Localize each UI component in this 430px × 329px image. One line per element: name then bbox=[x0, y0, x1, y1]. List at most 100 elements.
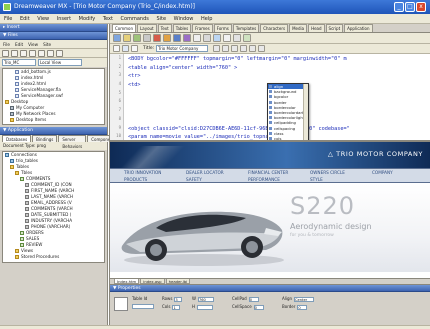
insert-tab-layout[interactable]: Layout bbox=[137, 24, 157, 32]
code-view-icon[interactable] bbox=[113, 45, 120, 52]
nav-item-performance[interactable]: PERFORMANCE bbox=[248, 177, 280, 182]
code-hint-list[interactable]: align background bgcolor border bordercolor b… bbox=[267, 83, 309, 140]
refresh-design-icon[interactable] bbox=[231, 45, 239, 52]
nav-item-products[interactable]: PRODUCTS bbox=[124, 177, 147, 182]
insert-tab-head[interactable]: Head bbox=[308, 24, 325, 32]
tab-bindings[interactable]: Bindings bbox=[32, 135, 58, 142]
db-row[interactable]: Stored Procedures bbox=[3, 254, 104, 260]
preview-icon[interactable] bbox=[222, 45, 230, 52]
design-view[interactable]: △ TRIO MOTOR COMPANY TRIO INNOVATION DEA… bbox=[110, 142, 430, 272]
nav-item-financial-center[interactable]: FINANCIAL CENTER bbox=[248, 170, 288, 175]
insert-tab-media[interactable]: Media bbox=[289, 24, 308, 32]
split-view-icon[interactable] bbox=[122, 45, 129, 52]
insert-tab-characters[interactable]: Characters bbox=[260, 24, 289, 32]
get-file-icon[interactable] bbox=[20, 49, 27, 57]
insert-tab-frames[interactable]: Frames bbox=[192, 24, 213, 32]
files-menu-file[interactable]: File bbox=[3, 42, 10, 47]
width-field[interactable]: 760 bbox=[197, 296, 214, 302]
menu-modify[interactable]: Modify bbox=[79, 16, 96, 22]
insert-tab-tables[interactable]: Tables bbox=[172, 24, 192, 32]
site-file-row[interactable]: Desktop Items bbox=[3, 117, 104, 123]
nav-item-owners-circle[interactable]: OWNERS CIRCLE bbox=[310, 170, 345, 175]
navigation-bar-icon[interactable] bbox=[213, 34, 221, 42]
menu-text[interactable]: Text bbox=[103, 16, 113, 22]
code-line: <object classid="clsid:D27CDB6E-AE6D-11c… bbox=[128, 125, 350, 132]
email-link-icon[interactable] bbox=[123, 34, 131, 42]
layer-icon[interactable] bbox=[153, 34, 161, 42]
line-number: 7 bbox=[118, 107, 121, 113]
menu-site[interactable]: Site bbox=[156, 16, 166, 22]
file-icon bbox=[15, 88, 19, 92]
image-placeholder-icon[interactable] bbox=[173, 34, 181, 42]
site-file-tree: add_bottom.js index.html index2.html Servic… bbox=[2, 68, 105, 125]
design-view-icon[interactable] bbox=[131, 45, 138, 52]
view-options-icon[interactable] bbox=[258, 45, 266, 52]
site-select[interactable]: Trio_MC bbox=[2, 59, 36, 66]
files-menu-site[interactable]: Site bbox=[43, 42, 51, 47]
image-icon[interactable] bbox=[163, 34, 171, 42]
application-panel-header[interactable]: ▼ Application bbox=[0, 127, 107, 135]
close-button[interactable]: x bbox=[416, 2, 426, 12]
nav-item-trio-innovation[interactable]: TRIO INNOVATION bbox=[124, 170, 161, 175]
hyperlink-icon[interactable] bbox=[113, 34, 121, 42]
cols-field[interactable]: 1 bbox=[172, 304, 181, 310]
cellspace-field[interactable]: 0 bbox=[253, 304, 264, 310]
reference-icon[interactable] bbox=[240, 45, 248, 52]
insert-tab-application[interactable]: Application bbox=[344, 24, 373, 32]
insert-tab-text[interactable]: Text bbox=[157, 24, 172, 32]
insert-tab-common[interactable]: Common bbox=[112, 24, 137, 32]
minimize-button[interactable]: _ bbox=[394, 2, 404, 12]
files-panel-header[interactable]: ▼ Files bbox=[0, 32, 107, 40]
menu-view[interactable]: View bbox=[37, 16, 49, 22]
code-navigation-icon[interactable] bbox=[249, 45, 257, 52]
menu-file[interactable]: File bbox=[4, 16, 12, 22]
flash-icon[interactable] bbox=[203, 34, 211, 42]
expand-icon[interactable] bbox=[56, 49, 63, 57]
rows-field[interactable]: 3 bbox=[174, 296, 183, 302]
properties-panel-header[interactable]: ▼ Properties bbox=[110, 285, 430, 292]
menu-help[interactable]: Help bbox=[201, 16, 212, 22]
insert-tab-forms[interactable]: Forms bbox=[213, 24, 232, 32]
check-out-icon[interactable] bbox=[38, 49, 45, 57]
insert-tab-script[interactable]: Script bbox=[325, 24, 344, 32]
menu-edit[interactable]: Edit bbox=[20, 16, 30, 22]
files-menu-view[interactable]: View bbox=[28, 42, 38, 47]
tabular-data-icon[interactable] bbox=[243, 34, 251, 42]
view-select[interactable]: Local View bbox=[38, 59, 82, 66]
rollover-image-icon[interactable] bbox=[183, 34, 191, 42]
horizontal-rule-icon[interactable] bbox=[223, 34, 231, 42]
insert-tab-templates[interactable]: Templates bbox=[232, 24, 260, 32]
table-id-field[interactable] bbox=[132, 304, 154, 309]
page-title-field[interactable]: Trio Motor Company bbox=[156, 45, 209, 52]
nav-item-dealer-locator[interactable]: DEALER LOCATOR bbox=[186, 170, 224, 175]
tab-server-behaviors[interactable]: Server Behaviors bbox=[58, 135, 87, 149]
refresh-icon[interactable] bbox=[11, 49, 18, 57]
db-label: trio_tables bbox=[16, 158, 38, 163]
code-hint-item[interactable]: cols bbox=[268, 136, 308, 140]
file-management-icon[interactable] bbox=[213, 45, 221, 52]
menu-insert[interactable]: Insert bbox=[57, 16, 71, 22]
check-in-icon[interactable] bbox=[47, 49, 54, 57]
put-file-icon[interactable] bbox=[29, 49, 36, 57]
insert-panel-header[interactable]: ▸ Insert bbox=[0, 24, 107, 32]
fireworks-html-icon[interactable] bbox=[193, 34, 201, 42]
cellpad-field[interactable]: 0 bbox=[248, 296, 259, 302]
named-anchor-icon[interactable] bbox=[133, 34, 141, 42]
border-field[interactable]: 0 bbox=[297, 304, 308, 310]
insert-bar bbox=[110, 33, 430, 44]
maximize-button[interactable]: □ bbox=[405, 2, 415, 12]
files-menu-edit[interactable]: Edit bbox=[15, 42, 23, 47]
height-field[interactable] bbox=[197, 304, 214, 310]
code-view[interactable]: 1 2 3 4 5 6 7 8 9 10 <BODY bgcolor="#FFFFFF" topm… bbox=[110, 54, 430, 142]
connect-icon[interactable] bbox=[2, 49, 9, 57]
table-icon[interactable] bbox=[143, 34, 151, 42]
code-hint-scrollbar[interactable] bbox=[303, 84, 308, 140]
date-icon[interactable] bbox=[233, 34, 241, 42]
align-select[interactable]: Center bbox=[294, 296, 315, 302]
menu-window[interactable]: Window bbox=[174, 16, 194, 22]
menu-commands[interactable]: Commands bbox=[121, 16, 149, 22]
nav-item-company[interactable]: COMPANY bbox=[372, 170, 393, 175]
nav-item-style[interactable]: STYLE bbox=[310, 177, 323, 182]
tab-databases[interactable]: Databases bbox=[2, 135, 32, 142]
nav-item-safety[interactable]: SAFETY bbox=[186, 177, 202, 182]
